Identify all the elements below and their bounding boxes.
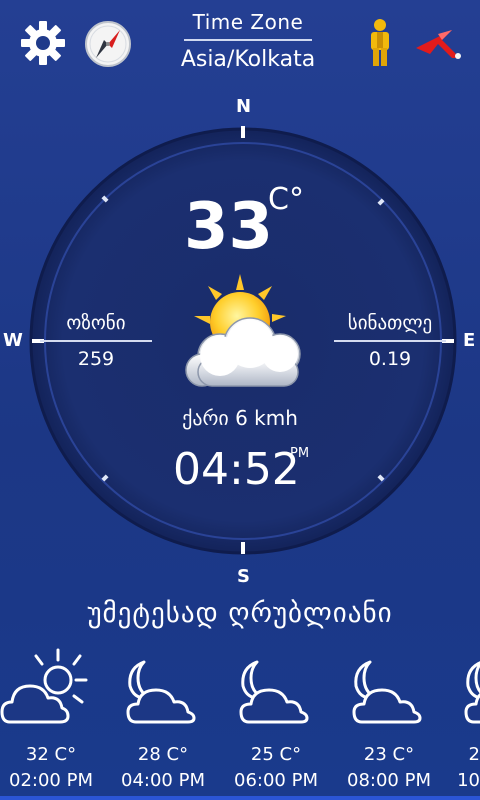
moon-cloud-icon	[464, 661, 480, 724]
forecast-temp: 2	[468, 744, 480, 765]
forecast-item[interactable]: 28 C° 04:00 PM	[108, 640, 218, 800]
forecast-temp: 32 C°	[25, 744, 77, 765]
time-zone[interactable]: Time Zone Asia/Kolkata	[176, 10, 320, 72]
light-info: სინათლე 0.19	[334, 312, 446, 370]
temperature-unit: C°	[268, 182, 304, 217]
top-bar: Time Zone Asia/Kolkata	[0, 0, 480, 90]
ozone-label: ოზონი	[40, 312, 152, 342]
compass-west-label: W	[3, 330, 23, 351]
forecast-hour: 08:00 PM	[347, 770, 431, 791]
compass-icon[interactable]	[84, 20, 132, 68]
forecast-hour: 02:00 PM	[9, 770, 93, 791]
compass-east-label: E	[463, 330, 476, 351]
forecast-item[interactable]: 23 C° 08:00 PM	[334, 640, 444, 800]
time-zone-label: Time Zone	[184, 10, 312, 41]
ozone-info: ოზონი 259	[40, 312, 152, 370]
forecast-item[interactable]: 2 10	[446, 640, 480, 800]
forecast-temp: 28 C°	[137, 744, 189, 765]
forecast-temp: 25 C°	[250, 744, 302, 765]
moon-cloud-icon	[352, 660, 422, 724]
forecast-hour: 04:00 PM	[121, 770, 205, 791]
forecast-hour: 10	[457, 770, 480, 791]
partly-sunny-cloud-icon	[0, 648, 88, 724]
forecast-item[interactable]: 32 C° 02:00 PM	[0, 640, 106, 800]
forecast-hour: 06:00 PM	[234, 770, 318, 791]
weather-condition: უმეტესად ღრუბლიანი	[87, 598, 393, 629]
light-value: 0.19	[368, 348, 412, 370]
time-zone-value: Asia/Kolkata	[180, 47, 316, 72]
forecast-item[interactable]: 25 C° 06:00 PM	[221, 640, 331, 800]
compass-north-label: N	[236, 96, 252, 117]
ozone-value: 259	[77, 348, 115, 370]
bottom-accent-line	[0, 796, 480, 800]
light-label: სინათლე	[334, 312, 446, 342]
partly-cloudy-sun-icon	[172, 272, 312, 396]
current-temperature: 33	[184, 190, 274, 264]
gear-icon[interactable]	[18, 18, 68, 68]
compass-south-label: S	[237, 566, 250, 587]
red-arrow-icon[interactable]	[412, 18, 464, 62]
compass-dial: N S W E 33 C° ოზონი 259 სინათლე 0.19 ქარ…	[0, 90, 480, 590]
current-time: 04:52	[173, 444, 300, 495]
moon-cloud-icon	[126, 660, 196, 724]
hourly-forecast[interactable]: 32 C° 02:00 PM 28 C° 04:00 PM 25 C° 06:0…	[0, 640, 480, 800]
forecast-temp: 23 C°	[363, 744, 415, 765]
time-ampm: PM	[290, 446, 310, 461]
person-icon[interactable]	[366, 18, 394, 68]
wind-speed: ქარი 6 kmh	[182, 406, 298, 430]
moon-cloud-icon	[239, 660, 309, 724]
